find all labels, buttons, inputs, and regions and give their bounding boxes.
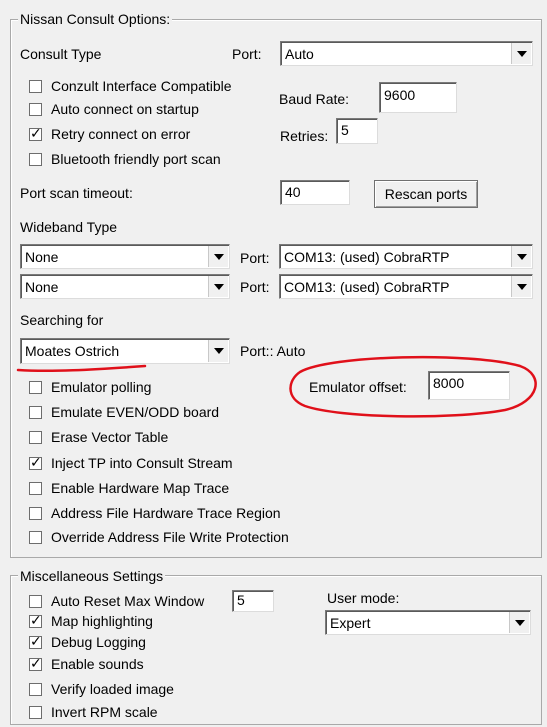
chevron-down-icon[interactable]	[509, 612, 529, 633]
checkbox-box[interactable]	[29, 682, 42, 696]
checkbox-hardware-map-trace[interactable]: Enable Hardware Map Trace	[29, 479, 229, 497]
checkbox-emulate-even-odd[interactable]: Emulate EVEN/ODD board	[29, 403, 219, 421]
checkbox-auto-reset-max-window[interactable]: Auto Reset Max Window	[29, 592, 204, 610]
searching-port-text: Port:: Auto	[240, 343, 306, 359]
checkbox-label: Enable Hardware Map Trace	[51, 480, 230, 496]
user-mode-select[interactable]: Expert	[325, 610, 531, 635]
checkbox-erase-vector-table[interactable]: Erase Vector Table	[29, 428, 168, 446]
checkmark-icon: ✓	[30, 632, 42, 649]
chevron-down-icon[interactable]	[511, 43, 531, 64]
user-mode-label: User mode:	[327, 590, 400, 606]
checkbox-inject-tp[interactable]: ✓ Inject TP into Consult Stream	[29, 454, 233, 472]
checkbox-box[interactable]	[29, 594, 42, 608]
port-scan-timeout-label: Port scan timeout:	[20, 185, 133, 201]
wideband-type-label: Wideband Type	[20, 219, 118, 235]
checkbox-box[interactable]	[29, 102, 42, 116]
checkbox-label: Verify loaded image	[51, 681, 174, 697]
checkbox-box[interactable]	[29, 705, 42, 719]
rescan-ports-button[interactable]: Rescan ports	[374, 180, 478, 208]
checkbox-label: Emulate EVEN/ODD board	[51, 404, 220, 420]
baud-rate-label: Baud Rate:	[279, 91, 350, 107]
checkbox-map-highlighting[interactable]: ✓ Map highlighting	[29, 612, 153, 630]
port-scan-timeout-input[interactable]: 40	[280, 180, 350, 205]
user-mode-value: Expert	[330, 614, 371, 631]
checkmark-icon: ✓	[30, 611, 42, 628]
chevron-down-icon[interactable]	[208, 246, 228, 267]
checkbox-emulator-polling[interactable]: Emulator polling	[29, 378, 151, 396]
searching-for-value: Moates Ostrich	[25, 343, 120, 359]
wideband-port-label-1: Port:	[240, 250, 270, 266]
retries-input[interactable]: 5	[336, 118, 378, 144]
chevron-down-icon[interactable]	[511, 246, 531, 267]
consult-type-label: Consult Type	[20, 46, 102, 62]
wideband-port-select-1[interactable]: COM13: (used) CobraRTP	[279, 244, 533, 269]
checkmark-icon: ✓	[30, 654, 42, 671]
checkbox-label: Conzult Interface Compatible	[51, 78, 232, 94]
chevron-down-icon[interactable]	[208, 276, 228, 297]
checkbox-label: Erase Vector Table	[51, 429, 169, 445]
checkbox-enable-sounds[interactable]: ✓ Enable sounds	[29, 655, 144, 673]
checkbox-label: Enable sounds	[51, 656, 144, 672]
checkbox-invert-rpm-scale[interactable]: Invert RPM scale	[29, 703, 158, 721]
checkbox-label: Inject TP into Consult Stream	[51, 455, 233, 471]
checkbox-box[interactable]: ✓	[29, 632, 42, 649]
checkbox-box[interactable]	[29, 506, 42, 520]
checkmark-icon: ✓	[30, 124, 42, 141]
misc-settings-title: Miscellaneous Settings	[18, 568, 166, 584]
checkbox-box[interactable]: ✓	[29, 124, 42, 141]
checkbox-retry-connect[interactable]: ✓ Retry connect on error	[29, 125, 190, 143]
consult-options-title: Nissan Consult Options:	[18, 11, 173, 27]
consult-port-value: Auto	[285, 45, 314, 62]
chevron-down-icon[interactable]	[511, 276, 531, 297]
checkbox-verify-loaded-image[interactable]: Verify loaded image	[29, 680, 174, 698]
wideband-port-select-2[interactable]: COM13: (used) CobraRTP	[279, 274, 533, 299]
wideband-port-value: COM13: (used) CobraRTP	[284, 248, 450, 265]
checkbox-label: Auto Reset Max Window	[51, 593, 205, 609]
wideband-port-label-2: Port:	[240, 279, 270, 295]
checkbox-box[interactable]: ✓	[29, 453, 42, 470]
searching-for-label: Searching for	[20, 312, 104, 328]
checkbox-label: Map highlighting	[51, 613, 153, 629]
checkbox-address-file-trace[interactable]: Address File Hardware Trace Region	[29, 504, 281, 522]
checkbox-box[interactable]	[29, 481, 42, 495]
checkbox-conzult-compatible[interactable]: Conzult Interface Compatible	[29, 77, 232, 95]
consult-port-select[interactable]: Auto	[280, 41, 533, 66]
checkbox-bluetooth-scan[interactable]: Bluetooth friendly port scan	[29, 150, 221, 168]
retries-label: Retries:	[280, 128, 329, 144]
checkbox-label: Retry connect on error	[51, 126, 191, 142]
checkbox-auto-connect[interactable]: Auto connect on startup	[29, 100, 199, 118]
checkbox-label: Debug Logging	[51, 634, 146, 650]
baud-rate-input[interactable]: 9600	[379, 82, 457, 113]
checkbox-box[interactable]: ✓	[29, 654, 42, 671]
checkbox-label: Address File Hardware Trace Region	[51, 505, 281, 521]
checkbox-box[interactable]: ✓	[29, 611, 42, 628]
checkbox-label: Bluetooth friendly port scan	[51, 151, 221, 167]
checkbox-box[interactable]	[29, 430, 42, 444]
checkbox-label: Auto connect on startup	[51, 101, 199, 117]
checkbox-debug-logging[interactable]: ✓ Debug Logging	[29, 633, 146, 651]
checkbox-box[interactable]	[29, 79, 42, 93]
max-window-input[interactable]: 5	[232, 590, 274, 612]
consult-port-label: Port:	[232, 46, 262, 62]
checkbox-label: Emulator polling	[51, 379, 152, 395]
checkmark-icon: ✓	[30, 453, 42, 470]
wideband-type-select-1[interactable]: None	[20, 244, 230, 269]
wideband-type-select-2[interactable]: None	[20, 274, 230, 299]
wideband-type-value: None	[25, 278, 59, 295]
emulator-offset-label: Emulator offset:	[309, 379, 407, 395]
checkbox-box[interactable]	[29, 405, 42, 419]
checkbox-label: Invert RPM scale	[51, 704, 158, 720]
chevron-down-icon[interactable]	[208, 340, 228, 362]
wideband-type-value: None	[25, 248, 59, 265]
checkbox-override-write-protection[interactable]: Override Address File Write Protection	[29, 528, 289, 546]
wideband-port-value: COM13: (used) CobraRTP	[284, 278, 450, 295]
checkbox-label: Override Address File Write Protection	[51, 529, 289, 545]
checkbox-box[interactable]	[29, 380, 42, 394]
emulator-offset-input[interactable]: 8000	[428, 371, 510, 400]
checkbox-box[interactable]	[29, 530, 42, 544]
searching-for-select[interactable]: Moates Ostrich	[20, 338, 230, 364]
checkbox-box[interactable]	[29, 152, 42, 166]
